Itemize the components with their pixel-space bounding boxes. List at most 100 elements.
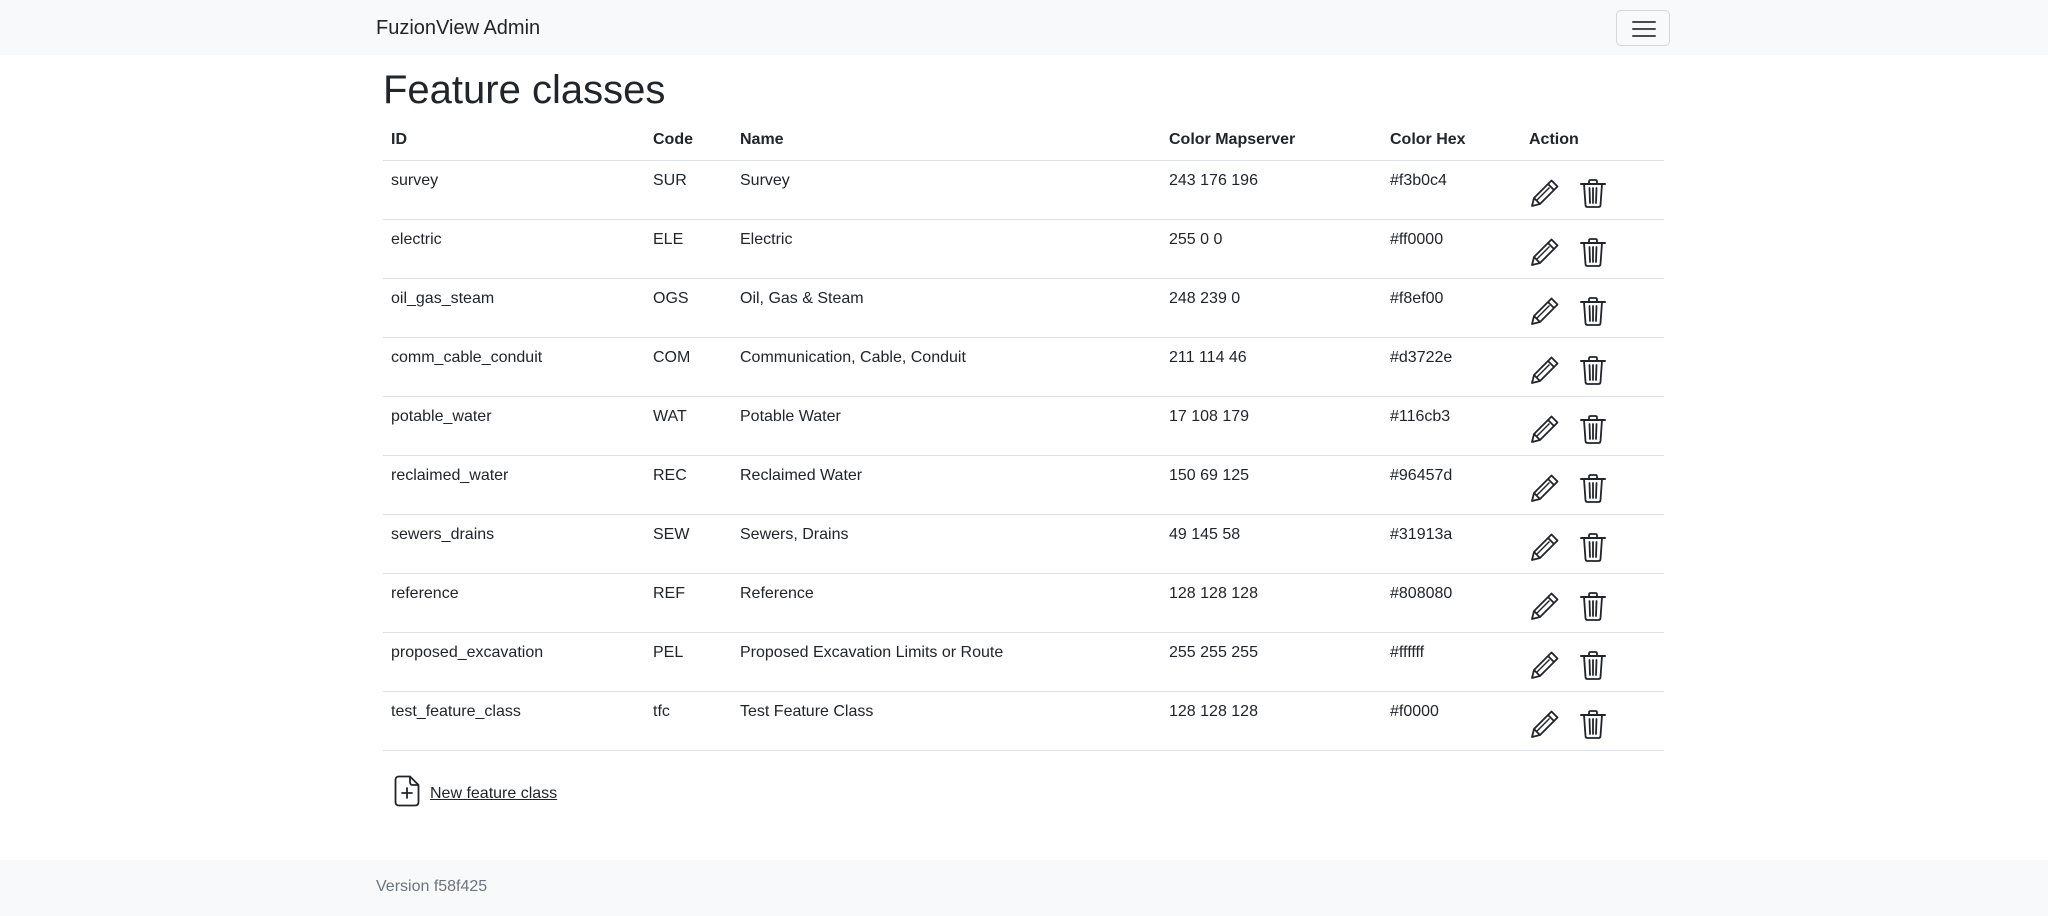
cell-code: SUR xyxy=(645,160,732,220)
cell-id-text: survey xyxy=(391,172,439,189)
cell-color-hex-text: #ffffff xyxy=(1390,644,1425,661)
cell-color-hex: #d3722e xyxy=(1382,337,1521,397)
cell-color-hex: #116cb3 xyxy=(1382,396,1521,456)
cell-code-text: REF xyxy=(653,585,685,602)
new-feature-class-link[interactable]: New feature class xyxy=(394,775,557,807)
cell-color-mapserver: 255 255 255 xyxy=(1161,632,1382,692)
cell-action xyxy=(1521,632,1664,692)
cell-id-text: test_feature_class xyxy=(391,703,521,720)
cell-code-text: OGS xyxy=(653,290,689,307)
cell-code-text: PEL xyxy=(653,644,684,661)
cell-code: ELE xyxy=(645,219,732,279)
cell-action xyxy=(1521,691,1664,751)
cell-color-mapserver: 211 114 46 xyxy=(1161,337,1382,397)
cell-color-hex: #f8ef00 xyxy=(1382,278,1521,338)
cell-action xyxy=(1521,573,1664,633)
cell-name: Survey xyxy=(732,160,1161,220)
cell-name-text: Proposed Excavation Limits or Route xyxy=(740,644,1004,661)
cell-name-text: Oil, Gas & Steam xyxy=(740,290,864,307)
cell-color-mapserver-text: 243 176 196 xyxy=(1169,172,1258,189)
cell-code: OGS xyxy=(645,278,732,338)
cell-color-hex: #f0000 xyxy=(1382,691,1521,751)
brand-link[interactable]: FuzionView Admin xyxy=(376,15,540,41)
cell-action xyxy=(1521,219,1664,279)
cell-color-mapserver: 248 239 0 xyxy=(1161,278,1382,338)
cell-code: REC xyxy=(645,455,732,515)
cell-code-text: tfc xyxy=(653,703,670,720)
pencil-icon[interactable] xyxy=(1529,354,1561,386)
pencil-icon[interactable] xyxy=(1529,413,1561,445)
cell-color-mapserver-text: 17 108 179 xyxy=(1169,408,1250,425)
trash-icon[interactable] xyxy=(1577,531,1609,563)
cell-color-hex: #31913a xyxy=(1382,514,1521,574)
cell-name: Reclaimed Water xyxy=(732,455,1161,515)
cell-color-mapserver: 17 108 179 xyxy=(1161,396,1382,456)
cell-name-text: Test Feature Class xyxy=(740,703,874,720)
cell-color-hex-text: #116cb3 xyxy=(1390,408,1451,425)
pencil-icon[interactable] xyxy=(1529,649,1561,681)
cell-code-text: COM xyxy=(653,349,691,366)
table-row: reclaimed_water REC Reclaimed Water 150 69 … xyxy=(383,455,1664,515)
cell-action xyxy=(1521,455,1664,515)
trash-icon[interactable] xyxy=(1577,413,1609,445)
cell-color-hex: #ffffff xyxy=(1382,632,1521,692)
trash-icon[interactable] xyxy=(1577,295,1609,327)
cell-id-text: electric xyxy=(391,231,442,248)
cell-color-hex-text: #31913a xyxy=(1390,526,1453,543)
trash-icon[interactable] xyxy=(1577,472,1609,504)
cell-color-hex-text: #96457d xyxy=(1390,467,1453,484)
trash-icon[interactable] xyxy=(1577,177,1609,209)
cell-code-text: SEW xyxy=(653,526,690,543)
cell-id: oil_gas_steam xyxy=(383,278,645,338)
cell-id: potable_water xyxy=(383,396,645,456)
footer: Version f58f425 xyxy=(0,860,2048,916)
pencil-icon[interactable] xyxy=(1529,236,1561,268)
cell-id-text: proposed_excavation xyxy=(391,644,544,661)
cell-color-mapserver-text: 255 0 0 xyxy=(1169,231,1223,248)
cell-code: REF xyxy=(645,573,732,633)
cell-color-mapserver: 128 128 128 xyxy=(1161,573,1382,633)
pencil-icon[interactable] xyxy=(1529,708,1561,740)
pencil-icon[interactable] xyxy=(1529,295,1561,327)
trash-icon[interactable] xyxy=(1577,590,1609,622)
navbar-toggle-button[interactable] xyxy=(1616,10,1670,46)
cell-id: survey xyxy=(383,160,645,220)
cell-color-mapserver-text: 128 128 128 xyxy=(1169,703,1258,720)
cell-name: Reference xyxy=(732,573,1161,633)
table-row: oil_gas_steam OGS Oil, Gas & Steam 248 239 … xyxy=(383,278,1664,338)
cell-code: PEL xyxy=(645,632,732,692)
cell-color-hex-text: #f8ef00 xyxy=(1390,290,1444,307)
cell-color-hex-text: #f3b0c4 xyxy=(1390,172,1447,189)
cell-color-hex-text: #808080 xyxy=(1390,585,1453,602)
pencil-icon[interactable] xyxy=(1529,531,1561,563)
header-color-mapserver: Color Mapserver xyxy=(1161,120,1382,161)
cell-action xyxy=(1521,278,1664,338)
page-title: Feature classes xyxy=(383,68,666,112)
cell-color-mapserver: 243 176 196 xyxy=(1161,160,1382,220)
cell-id: sewers_drains xyxy=(383,514,645,574)
cell-color-mapserver-text: 49 145 58 xyxy=(1169,526,1241,543)
trash-icon[interactable] xyxy=(1577,708,1609,740)
cell-id: test_feature_class xyxy=(383,691,645,751)
cell-color-hex: #ff0000 xyxy=(1382,219,1521,279)
cell-code-text: REC xyxy=(653,467,687,484)
pencil-icon[interactable] xyxy=(1529,177,1561,209)
cell-name-text: Reclaimed Water xyxy=(740,467,863,484)
cell-name-text: Sewers, Drains xyxy=(740,526,849,543)
pencil-icon[interactable] xyxy=(1529,472,1561,504)
cell-action xyxy=(1521,514,1664,574)
trash-icon[interactable] xyxy=(1577,236,1609,268)
trash-icon[interactable] xyxy=(1577,354,1609,386)
cell-color-mapserver: 128 128 128 xyxy=(1161,691,1382,751)
top-navbar: FuzionView Admin xyxy=(0,0,2048,55)
pencil-icon[interactable] xyxy=(1529,590,1561,622)
table-row: test_feature_class tfc Test Feature Class 1… xyxy=(383,691,1664,751)
cell-color-hex: #f3b0c4 xyxy=(1382,160,1521,220)
cell-id: comm_cable_conduit xyxy=(383,337,645,397)
cell-name: Communication, Cable, Conduit xyxy=(732,337,1161,397)
trash-icon[interactable] xyxy=(1577,649,1609,681)
cell-color-hex: #808080 xyxy=(1382,573,1521,633)
cell-id-text: comm_cable_conduit xyxy=(391,349,543,366)
cell-name-text: Reference xyxy=(740,585,814,602)
cell-name: Oil, Gas & Steam xyxy=(732,278,1161,338)
